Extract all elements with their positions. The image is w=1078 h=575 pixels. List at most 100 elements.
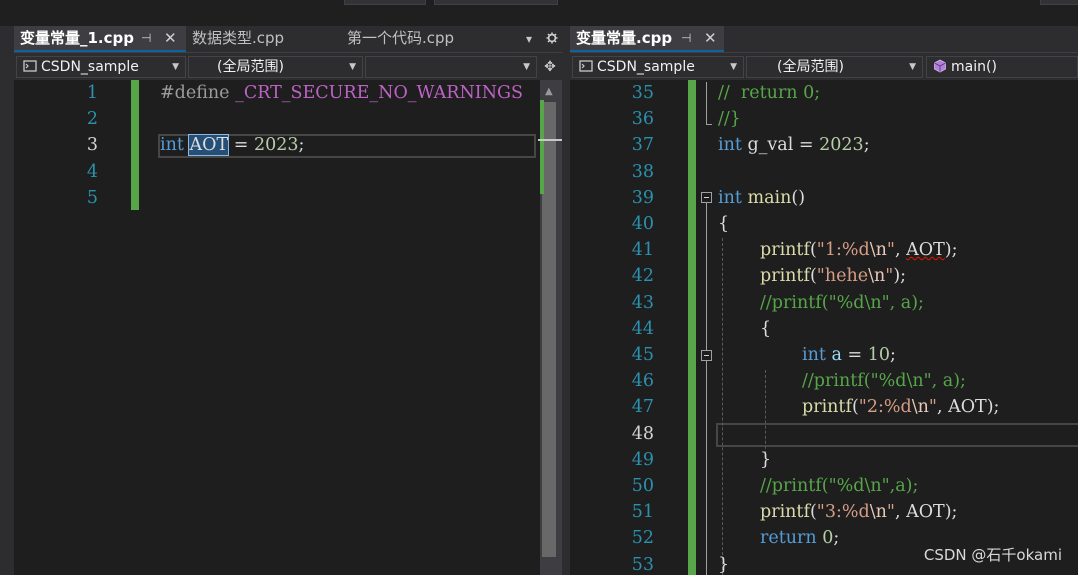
indent-guide [722,238,723,575]
code-token: ); [893,266,907,287]
tab-label: 变量常量.cpp [576,29,673,47]
split-editor-icon[interactable]: ✥ [540,56,560,78]
right-code-editor[interactable]: 35 // return 0; 36 //} 37 int g_val = 2023; 38… [570,80,1078,575]
code-token: int [802,345,826,365]
toolbar-box[interactable] [1040,0,1078,5]
code-line[interactable]: int g_val = 2023; [718,132,870,158]
code-token: } [718,554,730,575]
tab-label: 第一个代码.cpp [347,29,455,47]
toolbar-box[interactable] [344,0,426,5]
tab-settings-button[interactable] [542,26,562,52]
line-number: 35 [631,83,654,103]
project-dropdown[interactable]: CSDN_sample ▼ [16,56,186,78]
code-token: ( [809,240,817,261]
code-token: } [760,449,772,470]
code-line[interactable]: return 0; [760,525,839,551]
code-line[interactable]: { [760,316,771,342]
code-line[interactable]: { [718,211,729,237]
code-line[interactable]: printf("hehe\n"); [760,263,906,289]
code-token: { [718,214,730,234]
line-number: 45 [631,345,654,365]
line-number: 4 [86,161,98,182]
code-line[interactable]: //printf("%d\n", a); [802,368,966,394]
pin-icon[interactable]: ⊣ [141,26,151,50]
tab-label: 数据类型.cpp [192,29,285,47]
line-number: 50 [631,476,654,496]
menu-strip [0,0,1078,26]
tab-active-file[interactable]: 变量常量_1.cpp ⊣ ✕ [14,26,186,52]
code-token: , AOT); [936,397,1000,418]
close-icon[interactable]: ✕ [164,26,177,50]
scope-dropdown[interactable]: (全局范围) ▼ [746,56,923,78]
project-dropdown[interactable]: CSDN_sample ▼ [572,56,744,78]
code-line[interactable]: #define _CRT_SECURE_NO_WARNINGS [160,80,523,106]
vertical-scrollbar[interactable]: ▲ [538,80,562,575]
code-line[interactable]: //} [718,106,741,132]
chevron-down-icon: ▼ [909,62,916,72]
code-line[interactable]: } [718,552,729,575]
line-number: 44 [631,318,654,339]
code-token: int [718,187,742,208]
code-line[interactable]: int a = 10; [802,342,896,368]
close-icon[interactable]: ✕ [704,26,717,50]
line-number: 3 [86,135,98,156]
fold-guide [706,124,712,125]
change-indicator [688,80,696,575]
code-token: ); [944,240,958,261]
scroll-up-icon[interactable]: ▲ [545,86,553,97]
code-token: = [841,345,868,365]
gear-icon [546,32,558,44]
pane-splitter[interactable] [562,26,570,575]
code-line[interactable]: //printf("%d\n", a); [760,290,924,316]
line-number: 39 [631,187,654,208]
code-token: printf [802,397,852,418]
scroll-thumb[interactable] [542,102,556,557]
toolbar-box[interactable] [434,0,558,5]
code-token: " [928,397,937,418]
left-editor-pane: 变量常量_1.cpp ⊣ ✕ 数据类型.cpp 第一个代码.cpp ▾ CSDN… [14,26,562,575]
collapse-icon[interactable] [701,192,712,203]
code-line[interactable]: printf("1:%d\n", AOT); [760,237,957,263]
member-dropdown[interactable]: main() [926,56,1078,78]
line-number: 43 [631,292,654,313]
code-line[interactable]: //printf("%d\n",a); [760,473,918,499]
code-token: //} [718,109,741,130]
dock-edge [0,26,14,575]
code-line[interactable]: int main() [718,185,805,211]
tab-file[interactable]: 第一个代码.cpp [341,26,517,52]
tab-list-dropdown[interactable]: ▾ [520,26,538,52]
fold-guide [706,203,707,575]
watermark: CSDN @石千okami [923,546,1062,564]
change-indicator [131,80,139,210]
code-line[interactable]: // return 0; [718,80,820,106]
code-token: printf [760,266,810,287]
collapse-icon[interactable] [701,350,712,361]
line-number: 1 [86,83,98,103]
left-tab-bar: 变量常量_1.cpp ⊣ ✕ 数据类型.cpp 第一个代码.cpp ▾ [14,26,562,52]
code-token: ; [890,345,896,365]
code-token: () [791,187,806,208]
code-token: //printf("%d\n",a); [760,476,919,496]
code-line[interactable]: printf("3:%d\n", AOT); [760,499,957,525]
code-line[interactable]: } [760,447,771,473]
line-number: 40 [631,214,654,234]
line-number: 41 [631,240,654,261]
tab-active-file[interactable]: 变量常量.cpp ⊣ ✕ [570,26,724,52]
code-line[interactable]: printf("2:%d\n", AOT); [802,394,999,420]
pin-icon[interactable]: ⊣ [681,26,691,50]
line-number: 36 [631,109,654,130]
code-token: //printf("%d\n", a); [802,371,966,392]
scope-dropdown[interactable]: (全局范围) ▼ [188,56,363,78]
code-line[interactable]: int AOT = 2023; [160,132,304,158]
member-label: main() [951,59,997,75]
member-dropdown[interactable]: ▼ [365,56,537,78]
code-token: 10 [867,345,890,365]
chevron-down-icon: ▼ [730,62,737,72]
tab-file[interactable]: 数据类型.cpp [186,26,340,52]
code-token: "1:%d [816,240,870,261]
code-token: g_val = [741,135,820,156]
line-number: 53 [631,554,654,575]
code-token: 2023 [253,135,299,156]
left-code-editor[interactable]: 1 #define _CRT_SECURE_NO_WARNINGS 2 3 int AO… [14,80,562,575]
code-token: \n [869,240,887,261]
